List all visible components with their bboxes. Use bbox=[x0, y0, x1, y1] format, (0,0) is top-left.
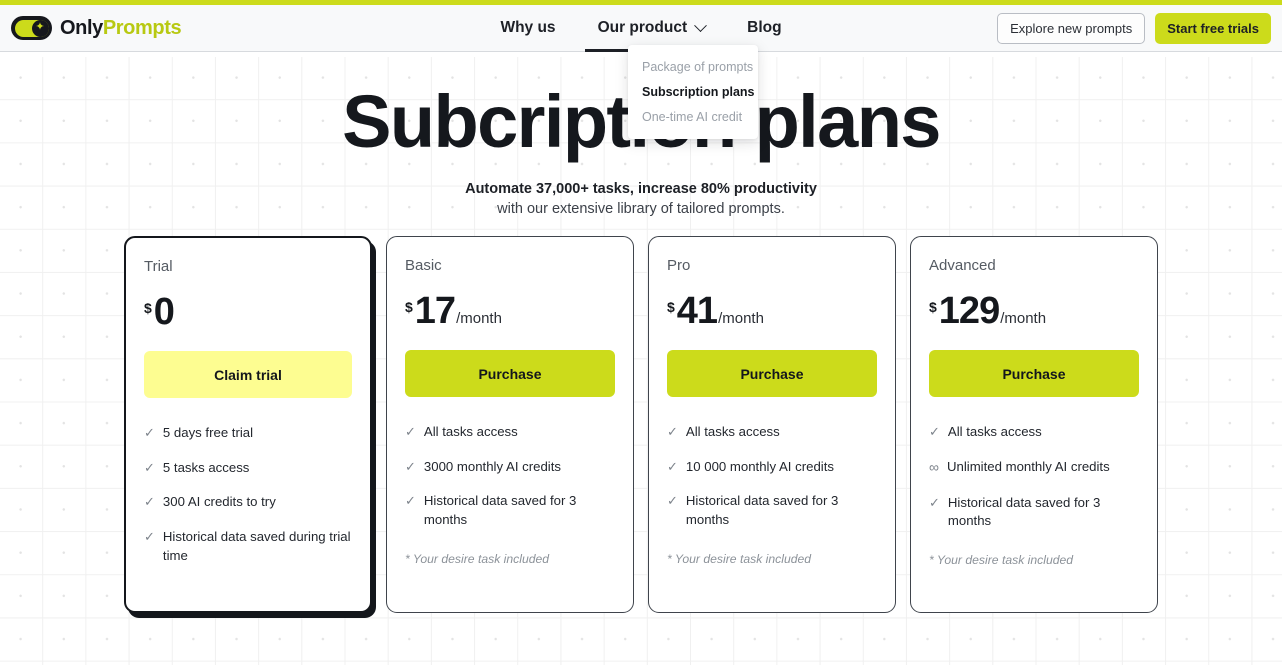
plan-feature-text: All tasks access bbox=[947, 424, 1042, 439]
check-icon: ✓ bbox=[405, 493, 416, 509]
plan-feature-item: ∞ Unlimited monthly AI credits bbox=[929, 458, 1139, 478]
plan-feature-item: ✓ All tasks access bbox=[667, 423, 877, 442]
plan-feature-list: ✓ All tasks access ✓ 3000 monthly AI credit… bbox=[405, 423, 615, 546]
check-icon: ✓ bbox=[144, 529, 155, 545]
plan-feature-text: Historical data saved for 3 months bbox=[947, 494, 1101, 529]
plan-feature-item: ✓ 10 000 monthly AI credits bbox=[667, 458, 877, 477]
plan-feature-item: ✓ 300 AI credits to try bbox=[144, 493, 352, 512]
plan-feature-text: Historical data saved for 3 months bbox=[685, 493, 839, 528]
plan-feature-text: 300 AI credits to try bbox=[162, 494, 276, 510]
price-period: /month bbox=[718, 310, 764, 327]
plan-footnote: * Your desire task included bbox=[405, 551, 550, 566]
plan-name: Advanced bbox=[929, 257, 996, 274]
plan-name: Trial bbox=[144, 258, 173, 275]
check-icon: ✓ bbox=[929, 494, 940, 510]
plan-footnote: * Your desire task included bbox=[929, 553, 1074, 568]
pricing-card-pro: Pro $41/month Purchase ✓ All tasks access ✓ 10… bbox=[648, 236, 896, 613]
plan-feature-item: ✓ Historical data saved for 3 months bbox=[405, 492, 615, 529]
plan-feature-list: ✓ All tasks access ✓ 10 000 monthly AI cred… bbox=[667, 423, 877, 546]
plan-feature-text: 5 tasks access bbox=[162, 459, 250, 475]
pricing-card-basic: Basic $17/month Purchase ✓ All tasks access ✓… bbox=[386, 236, 634, 613]
price-amount: 41 bbox=[676, 290, 718, 332]
plan-cta-button[interactable]: Purchase bbox=[667, 350, 877, 397]
plan-name: Pro bbox=[667, 257, 691, 274]
dropdown-item-subscription-plans[interactable]: Subscription plans bbox=[628, 79, 758, 104]
plan-feature-item: ✓ All tasks access bbox=[405, 423, 615, 442]
nav-item-why-us[interactable]: Why us bbox=[479, 5, 576, 52]
infinity-icon: ∞ bbox=[929, 458, 939, 475]
pricing-card-trial: Trial $0 Claim trial ✓ 5 days free trial ✓ 5 t… bbox=[124, 236, 372, 613]
check-icon: ✓ bbox=[405, 424, 416, 439]
dropdown-item-one-time-ai-credit[interactable]: One-time AI credit bbox=[628, 104, 758, 129]
check-icon: ✓ bbox=[144, 425, 155, 440]
check-icon: ✓ bbox=[667, 458, 678, 474]
plan-feature-item: ✓ 5 tasks access bbox=[144, 459, 352, 478]
start-free-trials-button[interactable]: Start free trials bbox=[1155, 12, 1271, 44]
plan-price: $17/month bbox=[405, 292, 615, 330]
price-currency: $ bbox=[667, 299, 675, 315]
plan-feature-item: ✓ 3000 monthly AI credits bbox=[405, 458, 615, 477]
hero-subtitle-light: with our extensive library of tailored p… bbox=[497, 201, 785, 217]
plan-feature-item: ✓ Historical data saved for 3 months bbox=[929, 494, 1139, 531]
explore-new-prompts-button[interactable]: Explore new prompts bbox=[997, 12, 1146, 44]
plan-feature-item: ✓ 5 days free trial bbox=[144, 424, 352, 443]
plan-price: $41/month bbox=[667, 292, 877, 330]
price-currency: $ bbox=[144, 300, 152, 316]
price-amount: 0 bbox=[153, 291, 175, 333]
plan-feature-text: Historical data saved during trial time bbox=[162, 529, 351, 563]
pricing-card-advanced: Advanced $129/month Purchase ✓ All tasks acc… bbox=[910, 236, 1158, 613]
price-period: /month bbox=[1000, 310, 1047, 327]
price-period: /month bbox=[456, 310, 502, 327]
plan-feature-text: All tasks access bbox=[423, 424, 518, 439]
header-actions: Explore new prompts Start free trials bbox=[997, 12, 1271, 44]
check-icon: ✓ bbox=[405, 458, 416, 474]
check-icon: ✓ bbox=[667, 493, 678, 509]
nav-item-label: Our product bbox=[597, 19, 688, 36]
plan-footnote: * Your desire task included bbox=[667, 551, 812, 566]
check-icon: ✓ bbox=[929, 424, 940, 439]
chevron-down-icon bbox=[694, 18, 707, 32]
price-currency: $ bbox=[405, 299, 413, 315]
plan-feature-text: 10 000 monthly AI credits bbox=[685, 458, 834, 474]
plan-feature-list: ✓ 5 days free trial ✓ 5 tasks access ✓ 300 AI… bbox=[144, 424, 352, 582]
dropdown-item-package-of-prompts[interactable]: Package of prompts bbox=[628, 54, 758, 79]
plan-price: $0 bbox=[144, 293, 352, 331]
plan-feature-text: Historical data saved for 3 months bbox=[423, 493, 577, 528]
plan-feature-item: ✓ All tasks access bbox=[929, 423, 1139, 442]
plan-feature-item: ✓ Historical data saved for 3 months bbox=[667, 492, 877, 529]
plan-name: Basic bbox=[405, 257, 442, 274]
plan-feature-text: All tasks access bbox=[685, 424, 780, 439]
hero-subtitle-bold: Automate 37,000+ tasks, increase 80% pro… bbox=[465, 181, 817, 197]
plan-cta-button[interactable]: Purchase bbox=[929, 350, 1139, 397]
nav-item-label: Why us bbox=[500, 19, 556, 36]
price-amount: 17 bbox=[414, 290, 456, 332]
plan-feature-text: Unlimited monthly AI credits bbox=[946, 458, 1110, 474]
check-icon: ✓ bbox=[667, 424, 678, 439]
plan-cta-button[interactable]: Purchase bbox=[405, 350, 615, 397]
price-currency: $ bbox=[929, 299, 937, 315]
plan-feature-text: 5 days free trial bbox=[162, 425, 254, 440]
plan-feature-list: ✓ All tasks access ∞ Unlimited monthly AI c… bbox=[929, 423, 1139, 547]
check-icon: ✓ bbox=[144, 459, 155, 475]
check-icon: ✓ bbox=[144, 494, 155, 510]
nav-item-label: Blog bbox=[747, 19, 782, 36]
top-accent-strip bbox=[0, 0, 1282, 5]
plan-feature-text: 3000 monthly AI credits bbox=[423, 458, 561, 474]
price-amount: 129 bbox=[938, 290, 1000, 332]
plan-cta-button[interactable]: Claim trial bbox=[144, 351, 352, 398]
plan-price: $129/month bbox=[929, 292, 1139, 330]
pricing-cards: Trial $0 Claim trial ✓ 5 days free trial ✓ 5 t… bbox=[0, 236, 1282, 613]
plan-feature-item: ✓ Historical data saved during trial time bbox=[144, 528, 352, 565]
our-product-dropdown-menu: Package of prompts Subscription plans On… bbox=[628, 45, 758, 139]
